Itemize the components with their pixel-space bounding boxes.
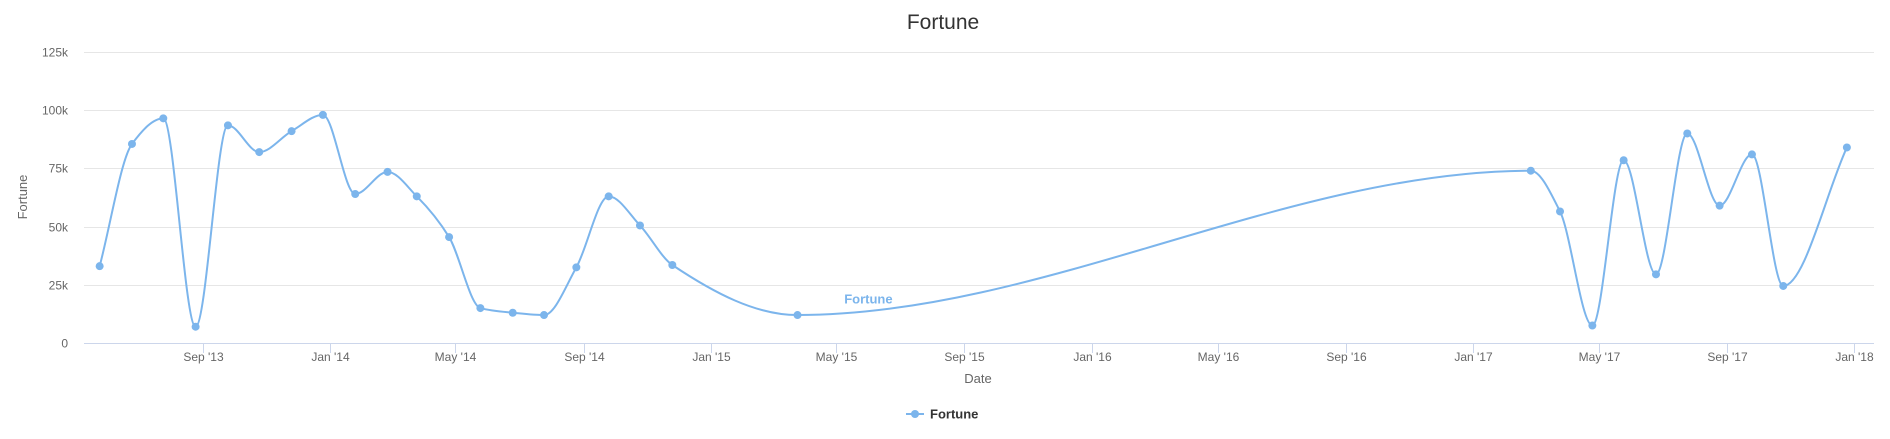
x-tick-label: Jan '14: [311, 350, 350, 364]
data-point[interactable]: [191, 322, 200, 331]
data-point[interactable]: [668, 261, 677, 270]
data-point[interactable]: [1619, 156, 1628, 165]
legend-item-label[interactable]: Fortune: [930, 407, 978, 422]
data-point[interactable]: [383, 167, 392, 176]
y-axis-title: Fortune: [15, 175, 30, 220]
x-axis-title: Date: [964, 371, 991, 386]
data-point[interactable]: [1747, 150, 1756, 159]
data-point[interactable]: [635, 221, 644, 230]
chart-background: [0, 0, 1890, 439]
data-point[interactable]: [127, 139, 136, 148]
data-point[interactable]: [1651, 270, 1660, 279]
data-point[interactable]: [287, 127, 296, 136]
data-point[interactable]: [508, 308, 517, 317]
x-tick-label: Sep '15: [944, 350, 985, 364]
data-point[interactable]: [476, 304, 485, 313]
x-tick-label: Sep '17: [1707, 350, 1748, 364]
y-tick-label: 125k: [42, 46, 69, 60]
x-tick-label: Jan '18: [1835, 350, 1874, 364]
data-point[interactable]: [412, 192, 421, 201]
chart-root: Fortune 0 25k 50k 75k 100k 125k Sep '13 Jan '1…: [0, 0, 1890, 439]
x-tick-label: May '15: [816, 350, 858, 364]
data-point[interactable]: [540, 311, 549, 320]
series-inline-label: Fortune: [844, 291, 892, 306]
legend-marker-symbol: [911, 410, 919, 418]
chart-title: Fortune: [907, 11, 979, 34]
y-tick-label: 25k: [49, 279, 69, 293]
data-point[interactable]: [1779, 281, 1788, 290]
x-tick-label: May '17: [1579, 350, 1621, 364]
y-tick-label: 0: [61, 337, 68, 351]
x-tick-label: Jan '17: [1454, 350, 1493, 364]
data-point[interactable]: [318, 110, 327, 119]
data-point[interactable]: [604, 192, 613, 201]
data-point[interactable]: [351, 190, 360, 199]
x-tick-label: Jan '16: [1073, 350, 1112, 364]
x-tick-label: May '16: [1198, 350, 1240, 364]
data-point[interactable]: [1588, 321, 1597, 330]
data-point[interactable]: [572, 263, 581, 272]
data-point[interactable]: [1683, 129, 1692, 138]
x-tick-label: May '14: [435, 350, 477, 364]
y-tick-label: 75k: [49, 162, 69, 176]
data-point[interactable]: [1556, 207, 1565, 216]
data-point[interactable]: [223, 121, 232, 130]
y-tick-label: 100k: [42, 104, 69, 118]
x-tick-label: Sep '13: [183, 350, 224, 364]
data-point[interactable]: [1715, 201, 1724, 210]
data-point[interactable]: [159, 114, 168, 123]
x-tick-label: Sep '14: [564, 350, 605, 364]
y-tick-label: 50k: [49, 221, 69, 235]
x-tick-label: Sep '16: [1326, 350, 1367, 364]
x-tick-label: Jan '15: [692, 350, 731, 364]
data-point[interactable]: [1842, 143, 1851, 152]
data-point[interactable]: [255, 148, 264, 157]
data-point[interactable]: [793, 311, 802, 320]
data-point[interactable]: [95, 262, 104, 271]
data-point[interactable]: [1526, 166, 1535, 175]
data-point[interactable]: [445, 233, 454, 242]
